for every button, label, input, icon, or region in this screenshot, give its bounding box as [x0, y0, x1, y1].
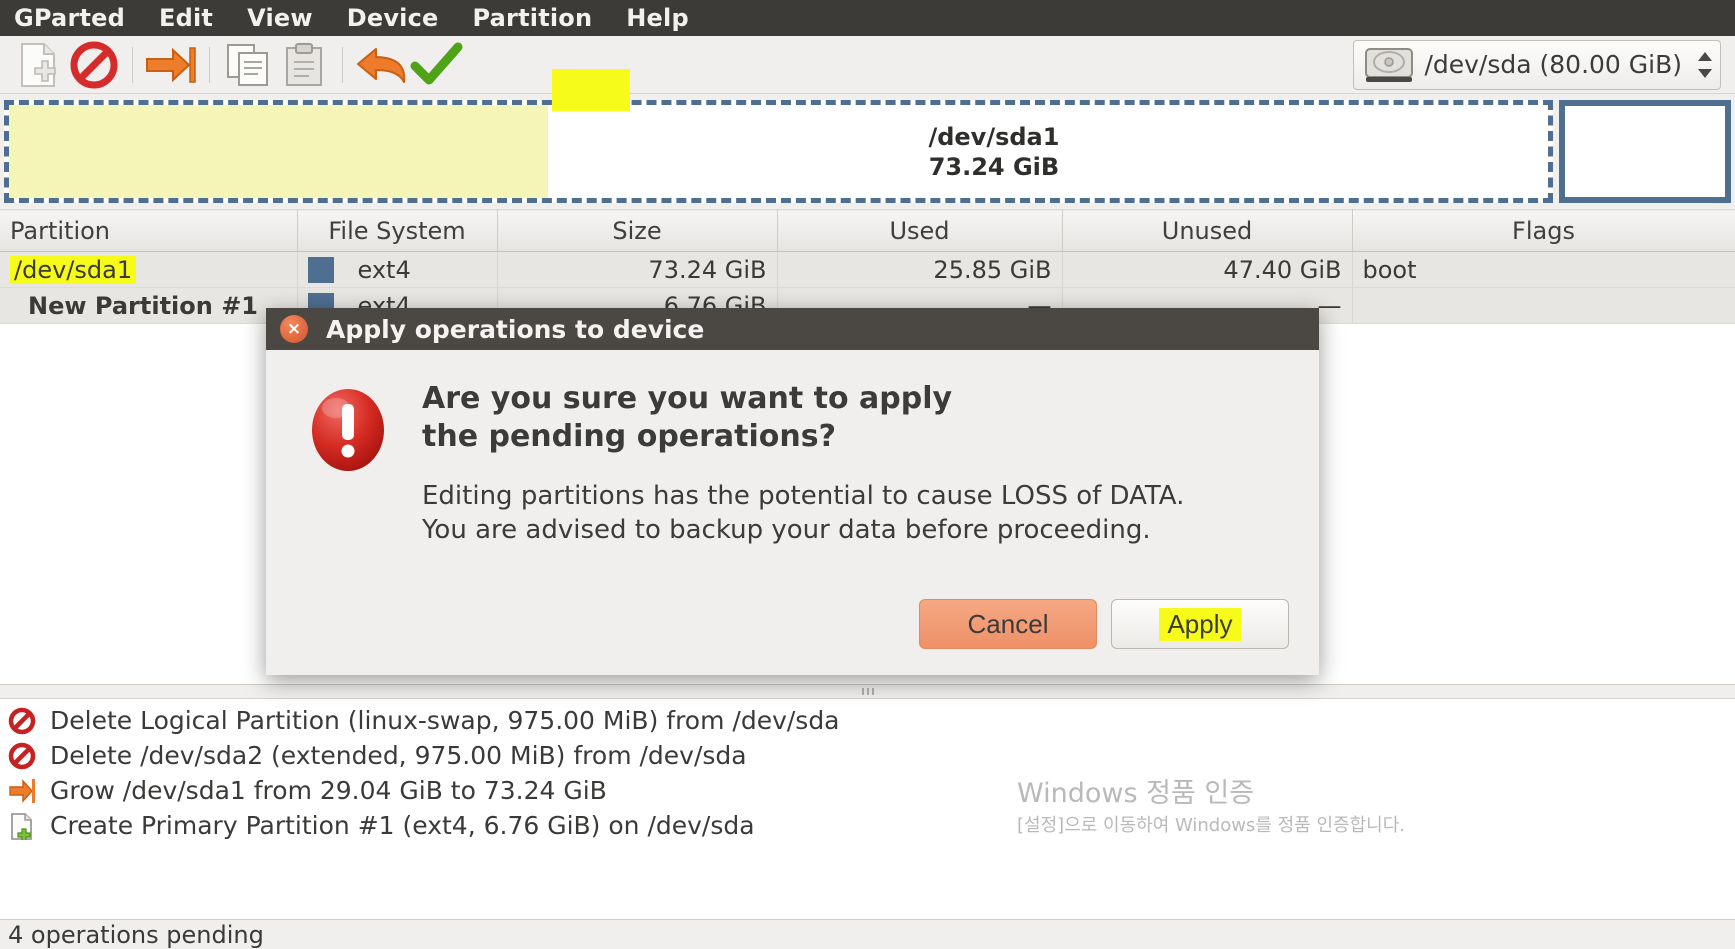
dialog-title: Apply operations to device	[326, 314, 705, 344]
cell-size: 73.24 GiB	[497, 251, 778, 288]
partition-block-size: 73.24 GiB	[928, 152, 1060, 181]
operation-text: Delete Logical Partition (linux-swap, 97…	[50, 706, 840, 735]
operation-text: Delete /dev/sda2 (extended, 975.00 MiB) …	[50, 741, 747, 770]
cell-partition: /dev/sda1	[0, 251, 298, 288]
operation-item[interactable]: Grow /dev/sda1 from 29.04 GiB to 73.24 G…	[0, 773, 1735, 808]
menu-item-gparted[interactable]: GParted	[14, 4, 125, 32]
column-header-size[interactable]: Size	[497, 209, 778, 252]
filesystem-label: ext4	[357, 255, 411, 284]
hard-disk-icon	[1365, 47, 1414, 82]
delete-partition-icon	[70, 41, 118, 88]
paste-icon	[286, 42, 322, 86]
apply-button-highlight-annotation	[552, 69, 630, 111]
partition-graphic: /dev/sda1 73.24 GiB	[0, 94, 1735, 209]
column-header-unused[interactable]: Unused	[1062, 209, 1353, 252]
pending-operations-pane: Delete Logical Partition (linux-swap, 97…	[0, 684, 1735, 919]
toolbar-separator	[209, 46, 210, 83]
error-exclamation-icon	[312, 389, 384, 471]
new-partition-icon	[21, 42, 56, 87]
toolbar: /dev/sda (80.00 GiB)	[0, 36, 1735, 111]
partition-block-sda1[interactable]: /dev/sda1 73.24 GiB	[4, 100, 1553, 203]
grip-dots-icon	[861, 688, 874, 695]
resize-operation-icon	[9, 778, 35, 803]
operation-item[interactable]: Delete Logical Partition (linux-swap, 97…	[0, 703, 1735, 738]
menu-item-device[interactable]: Device	[347, 4, 439, 32]
delete-operation-icon	[8, 707, 36, 734]
cell-unused: 47.40 GiB	[1062, 251, 1353, 288]
cell-flags: boot	[1352, 251, 1735, 288]
apply-all-operations-button[interactable]	[409, 40, 465, 90]
menu-item-help[interactable]: Help	[626, 4, 689, 32]
menu-item-partition[interactable]: Partition	[473, 4, 593, 32]
copy-icon	[227, 43, 268, 86]
operation-text: Create Primary Partition #1 (ext4, 6.76 …	[50, 811, 755, 840]
resize-move-button[interactable]	[143, 40, 199, 90]
device-selector[interactable]: /dev/sda (80.00 GiB)	[1353, 39, 1721, 90]
dialog-title-bar: × Apply operations to device	[266, 308, 1319, 350]
copy-button[interactable]	[220, 40, 276, 90]
dialog-content: Are you sure you want to apply the pendi…	[422, 380, 1287, 547]
cell-flags	[1352, 287, 1735, 324]
operation-item[interactable]: Create Primary Partition #1 (ext4, 6.76 …	[0, 808, 1735, 843]
apply-check-icon	[410, 42, 463, 84]
column-header-used[interactable]: Used	[777, 209, 1063, 252]
pane-resize-grip[interactable]	[0, 685, 1735, 699]
toolbar-separator	[132, 46, 133, 83]
operation-item[interactable]: Delete /dev/sda2 (extended, 975.00 MiB) …	[0, 738, 1735, 773]
create-operation-icon	[11, 812, 32, 840]
delete-operation-icon	[8, 742, 36, 769]
column-header-flags[interactable]: Flags	[1352, 209, 1735, 252]
column-header-partition[interactable]: Partition	[0, 209, 298, 252]
table-header-row: Partition File System Size Used Unused F…	[0, 209, 1735, 252]
dialog-actions: Cancel Apply	[266, 573, 1319, 675]
new-partition-button[interactable]	[10, 40, 66, 90]
table-row[interactable]: /dev/sda1 ext4 73.24 GiB 25.85 GiB 47.40…	[0, 251, 1735, 288]
dialog-message: Editing partitions has the potential to …	[422, 480, 1185, 546]
undo-icon	[357, 47, 406, 83]
paste-button[interactable]	[276, 40, 332, 90]
close-icon[interactable]: ×	[280, 315, 308, 343]
apply-button[interactable]: Apply	[1111, 599, 1289, 650]
apply-operations-dialog: × Apply operations to device Are you sur…	[266, 308, 1319, 676]
partition-table: Partition File System Size Used Unused F…	[0, 209, 1735, 324]
cancel-button[interactable]: Cancel	[919, 599, 1097, 650]
status-bar: 4 operations pending	[0, 919, 1735, 949]
partition-block-name: /dev/sda1	[928, 122, 1060, 151]
menu-item-view[interactable]: View	[247, 4, 313, 32]
dialog-heading: Are you sure you want to apply the pendi…	[422, 381, 953, 455]
status-bar-text: 4 operations pending	[8, 920, 264, 949]
undo-button[interactable]	[353, 40, 409, 90]
operations-list: Delete Logical Partition (linux-swap, 97…	[0, 699, 1735, 843]
partition-block-new[interactable]	[1559, 100, 1731, 203]
apply-button-label: Apply	[1159, 607, 1241, 641]
column-header-filesystem[interactable]: File System	[297, 209, 498, 252]
chevron-updown-icon[interactable]	[1692, 50, 1714, 80]
device-selector-label: /dev/sda (80.00 GiB)	[1424, 50, 1682, 79]
partition-block-label: /dev/sda1 73.24 GiB	[928, 122, 1059, 182]
delete-partition-button[interactable]	[66, 40, 122, 90]
resize-move-icon	[146, 46, 196, 83]
partition-used-fill	[9, 105, 548, 198]
menu-item-edit[interactable]: Edit	[159, 4, 213, 32]
operation-text: Grow /dev/sda1 from 29.04 GiB to 73.24 G…	[50, 776, 607, 805]
cell-used: 25.85 GiB	[777, 251, 1063, 288]
menu-bar: GParted Edit View Device Partition Help	[0, 0, 1735, 36]
dialog-body: Are you sure you want to apply the pendi…	[266, 350, 1319, 573]
cell-filesystem: ext4	[297, 251, 498, 288]
cell-partition: New Partition #1	[0, 287, 298, 324]
filesystem-color-swatch	[307, 256, 334, 283]
partition-name-highlight-annotation: /dev/sda1	[10, 255, 137, 284]
toolbar-separator	[342, 46, 343, 83]
